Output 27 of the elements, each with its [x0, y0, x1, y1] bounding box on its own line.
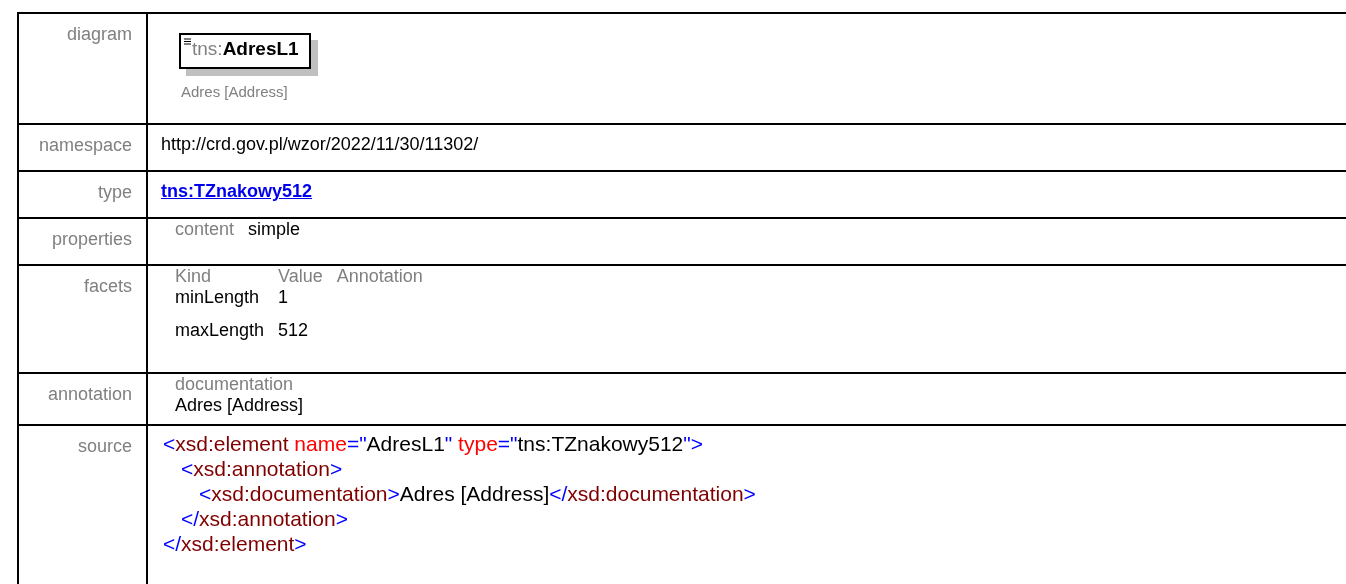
row-label: source	[77, 436, 132, 456]
code-line: <xsd:annotation>	[181, 456, 344, 481]
row-label: annotation	[47, 384, 132, 404]
code-line: <xsd:element name="AdresL1" type="tns:TZnakowy512">	[163, 431, 704, 456]
annotation-text: Adres [Address]	[175, 395, 305, 416]
facet-kind: maxLength	[175, 320, 279, 353]
code-line: </xsd:element>	[163, 531, 308, 556]
facet-value: 512	[278, 320, 310, 342]
element-caption: Adres [Address]	[180, 83, 289, 100]
column-header: Annotation	[336, 266, 424, 287]
row-label: type	[97, 182, 132, 202]
property-value: simple	[248, 219, 302, 240]
facet-value: 1	[278, 287, 290, 309]
code-line: <xsd:documentation>Adres [Address]</xsd:documentation>	[199, 481, 757, 506]
row-label: facets	[83, 276, 132, 296]
annotation-heading: documentation	[175, 374, 295, 395]
row-label: properties	[51, 229, 132, 249]
type-link[interactable]: tns:TZnakowy512	[161, 181, 313, 201]
namespace-value: http://crd.gov.pl/wzor/2022/11/30/11302/	[161, 134, 479, 154]
code-line: </xsd:annotation>	[181, 506, 349, 531]
facet-kind: minLength	[175, 287, 261, 309]
property-name: content	[175, 219, 249, 240]
row-label: diagram	[66, 24, 132, 44]
column-header: Value	[278, 266, 337, 287]
column-header: Kind	[175, 266, 279, 287]
lines-icon	[184, 38, 191, 45]
row-label: namespace	[38, 135, 132, 155]
